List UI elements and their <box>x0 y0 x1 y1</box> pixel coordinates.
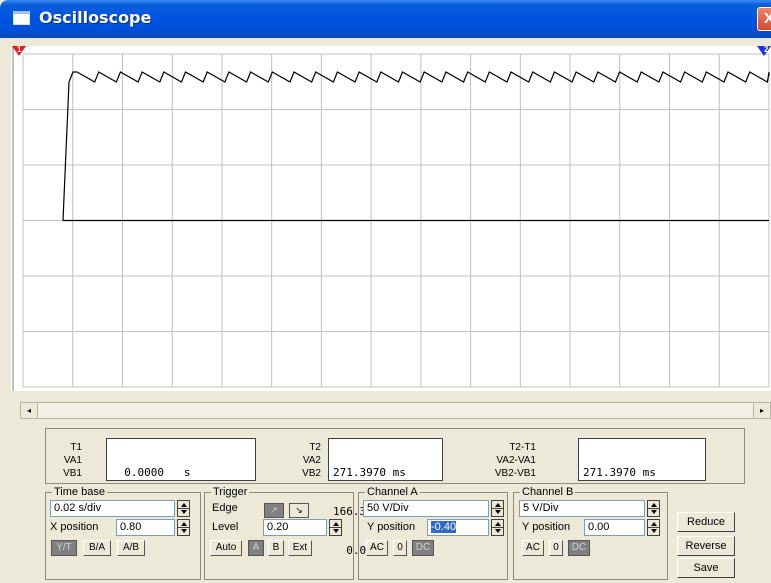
close-button[interactable]: X <box>757 7 771 31</box>
edge-label: Edge <box>212 502 238 514</box>
channel-b-scale-spinner-icon[interactable] <box>647 500 660 517</box>
channel-a-scale-spinner-icon[interactable] <box>491 500 504 517</box>
readout-labels-1: T1 VA1 VB1 <box>56 441 82 480</box>
cursor-1-label: 1 <box>17 45 22 54</box>
value-t2: 271.3970 ms <box>333 466 406 479</box>
scope-screen[interactable] <box>11 46 771 391</box>
yt-mode-button[interactable]: Y/T <box>51 540 77 556</box>
reverse-button[interactable]: Reverse <box>677 536 735 556</box>
readout-diff-box: 271.3970 ms <box>578 438 706 481</box>
xpos-label: X position <box>50 521 99 533</box>
readout-labels-2: T2 VA2 VB2 <box>296 441 321 480</box>
channel-a-dc-button[interactable]: DC <box>412 540 434 556</box>
label-vb1: VB1 <box>63 468 82 479</box>
channel-b-ypos-field[interactable]: 0.00 <box>584 519 645 536</box>
label-vb2: VB2 <box>302 468 321 479</box>
ab-mode-button[interactable]: A/B <box>117 540 145 556</box>
trigger-b-button[interactable]: B <box>268 540 284 556</box>
channel-a-ypos-label: Y position <box>367 521 416 533</box>
channel-b-scale-field[interactable]: 5 V/Div <box>519 500 645 517</box>
xpos-field[interactable]: 0.80 <box>116 519 175 536</box>
scroll-left-arrow-icon[interactable]: ◂ <box>21 403 38 418</box>
scope-display <box>12 46 770 391</box>
readout-t2-box: 271.3970 ms 166.3315 V 0.0000 V <box>328 438 443 557</box>
channel-b-dc-button[interactable]: DC <box>568 540 590 556</box>
timebase-title: Time base <box>52 486 107 498</box>
falling-edge-icon[interactable]: ↘ <box>289 503 309 518</box>
label-va2-va1: VA2-VA1 <box>496 455 536 466</box>
trigger-a-button[interactable]: A <box>248 540 264 556</box>
timebase-scale-spinner-icon[interactable] <box>177 500 190 517</box>
ba-mode-button[interactable]: B/A <box>83 540 111 556</box>
channel-a-ypos-field[interactable]: -0.40 <box>427 519 489 536</box>
trigger-title: Trigger <box>211 486 250 498</box>
channel-a-ypos-spinner-icon[interactable] <box>491 519 504 536</box>
rising-edge-icon[interactable]: ↗ <box>264 503 284 518</box>
label-va2: VA2 <box>302 455 321 466</box>
label-va1: VA1 <box>63 455 82 466</box>
cursor-readout-panel: T1 VA1 VB1 0.0000 s T2 VA2 VB2 271.3970 … <box>45 428 745 557</box>
title-bar[interactable]: Oscilloscope X <box>0 0 771 38</box>
window-title: Oscilloscope <box>39 8 152 27</box>
reduce-button[interactable]: Reduce <box>677 512 735 532</box>
cursor-2-label: 2 <box>764 45 769 54</box>
channel-b-title: Channel B <box>520 486 576 498</box>
trigger-level-field[interactable]: 0.20 <box>263 519 327 536</box>
readout-labels-3: T2-T1 VA2-VA1 VB2-VB1 <box>486 441 536 480</box>
timebase-scale-field[interactable]: 0.02 s/div <box>50 500 175 517</box>
channel-b-ac-button[interactable]: AC <box>522 540 544 556</box>
xpos-spinner-icon[interactable] <box>177 519 190 536</box>
level-label: Level <box>212 521 239 533</box>
value-t2-t1: 271.3970 ms <box>583 466 656 479</box>
channel-b-ypos-spinner-icon[interactable] <box>647 519 660 536</box>
value-t1: 0.0000 s <box>111 466 191 479</box>
trigger-level-spinner-icon[interactable] <box>329 519 342 536</box>
channel-a-title: Channel A <box>365 486 420 498</box>
channel-a-zero-button[interactable]: 0 <box>393 540 407 556</box>
channel-a-ypos-value: -0.40 <box>431 521 457 533</box>
channel-a-scale-field[interactable]: 50 V/Div <box>363 500 489 517</box>
scroll-right-arrow-icon[interactable]: ▸ <box>753 403 770 418</box>
window-icon <box>13 11 30 25</box>
label-vb2-vb1: VB2-VB1 <box>494 468 536 479</box>
save-button[interactable]: Save <box>677 558 735 578</box>
channel-b-zero-button[interactable]: 0 <box>549 540 563 556</box>
horizontal-scrollbar[interactable]: ◂ ▸ <box>20 402 771 419</box>
channel-b-ypos-label: Y position <box>522 521 571 533</box>
trigger-auto-button[interactable]: Auto <box>210 540 242 556</box>
label-t2: T2 <box>309 442 321 453</box>
channel-a-ac-button[interactable]: AC <box>366 540 388 556</box>
readout-t1-box: 0.0000 s <box>106 438 256 481</box>
channel-a-trace <box>62 71 770 221</box>
label-t2-t1: T2-T1 <box>509 442 536 453</box>
label-t1: T1 <box>70 442 82 453</box>
trigger-ext-button[interactable]: Ext <box>288 540 312 556</box>
